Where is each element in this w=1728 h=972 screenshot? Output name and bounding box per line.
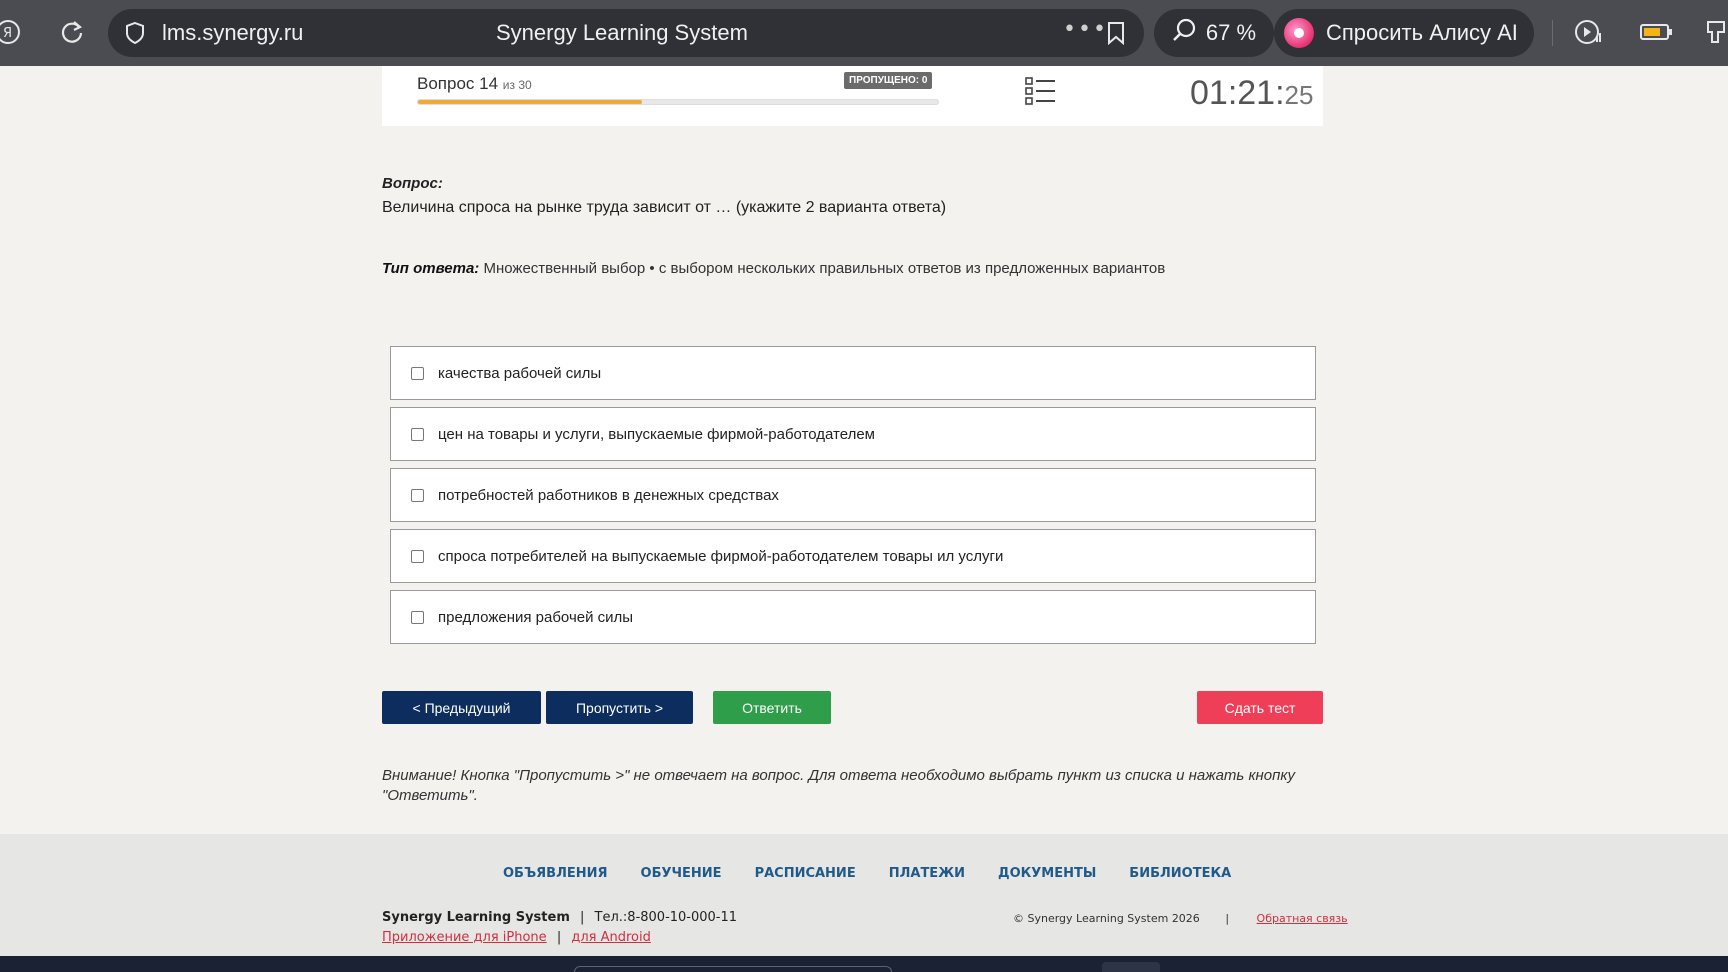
footer-nav-payments[interactable]: ПЛАТЕЖИ — [889, 866, 965, 881]
footer-separator: | — [556, 930, 562, 945]
answer-button[interactable]: Ответить — [713, 691, 831, 724]
site-footer: ОБЪЯВЛЕНИЯ ОБУЧЕНИЕ РАСПИСАНИЕ ПЛАТЕЖИ Д… — [0, 834, 1728, 956]
quiz-progress-fill — [418, 100, 642, 104]
android-app-link[interactable]: для Android — [571, 930, 651, 945]
footer-app-links: Приложение для iPhone | для Android — [382, 930, 651, 945]
copyright-text: © Synergy Learning System 2026 — [1013, 912, 1200, 925]
skipped-badge: ПРОПУЩЕНО: 0 — [844, 72, 933, 89]
footer-nav-learning[interactable]: ОБУЧЕНИЕ — [641, 866, 722, 881]
reload-icon[interactable] — [58, 18, 86, 46]
question-counter: Вопрос 14 из 30 — [417, 74, 532, 94]
skip-button[interactable]: Пропустить > — [546, 691, 693, 724]
ask-alice-button[interactable]: Спросить Алису AI — [1274, 9, 1534, 57]
url-text[interactable]: lms.synergy.ru — [162, 20, 303, 46]
question-number: Вопрос 14 — [417, 74, 499, 93]
footer-nav-library[interactable]: БИБЛИОТЕКА — [1129, 866, 1231, 881]
answer-type-value: Множественный выбор • с выбором нескольк… — [483, 260, 1166, 277]
footer-nav-announcements[interactable]: ОБЪЯВЛЕНИЯ — [503, 866, 608, 881]
quiz-header: Вопрос 14 из 30 ПРОПУЩЕНО: 0 01:21:25 — [382, 66, 1323, 126]
option-label: потребностей работников в денежных средс… — [438, 486, 779, 504]
taskbar — [0, 956, 1728, 972]
battery-icon — [1640, 23, 1674, 41]
footer-separator: | — [580, 910, 585, 925]
quiz-timer: 01:21:25 — [1190, 74, 1313, 113]
option-label: качества рабочей силы — [438, 364, 602, 382]
shield-icon[interactable] — [124, 21, 146, 45]
feedback-link[interactable]: Обратная связь — [1257, 912, 1348, 925]
previous-button[interactable]: < Предыдущий — [382, 691, 541, 724]
skip-warning: Внимание! Кнопка "Пропустить >" не отвеч… — [382, 767, 1295, 804]
answer-options: качества рабочей силы цен на товары и ус… — [390, 346, 1316, 651]
timer-main: 01:21: — [1190, 74, 1285, 112]
footer-info: Synergy Learning System | Тел.:8-800-10-… — [382, 910, 737, 925]
question-heading: Вопрос: — [382, 175, 443, 192]
footer-nav-schedule[interactable]: РАСПИСАНИЕ — [755, 866, 856, 881]
answer-option[interactable]: спроса потребителей на выпускаемые фирмо… — [390, 529, 1316, 583]
option-checkbox[interactable] — [411, 549, 424, 563]
footer-nav-documents[interactable]: ДОКУМЕНТЫ — [998, 866, 1096, 881]
option-label: предложения рабочей силы — [438, 608, 634, 626]
quiz-progress-bar — [417, 99, 939, 105]
option-checkbox[interactable] — [411, 488, 424, 502]
svg-text:Я: Я — [3, 26, 12, 41]
address-bar[interactable]: lms.synergy.ru Synergy Learning System •… — [108, 9, 1144, 57]
zoom-control[interactable]: 67 % — [1154, 9, 1274, 57]
zoom-search-icon — [1172, 17, 1198, 49]
answer-option[interactable]: предложения рабочей силы — [390, 590, 1316, 644]
answer-option[interactable]: качества рабочей силы — [390, 346, 1316, 400]
browser-toolbar: Я lms.synergy.ru Synergy Learning System… — [0, 0, 1728, 66]
toolbar-divider — [1552, 20, 1553, 46]
yandex-logo-icon[interactable]: Я — [0, 18, 22, 46]
question-total: из 30 — [502, 78, 532, 92]
taskbar-search[interactable] — [574, 966, 892, 972]
footer-phone: Тел.:8-800-10-000-11 — [594, 910, 738, 925]
question-text: Величина спроса на рынке труда зависит о… — [382, 199, 947, 216]
timer-seconds: 25 — [1284, 80, 1314, 110]
answer-option[interactable]: потребностей работников в денежных средс… — [390, 468, 1316, 522]
zoom-level: 67 % — [1205, 20, 1257, 45]
answer-type-label: Тип ответа: — [382, 260, 480, 277]
option-checkbox[interactable] — [411, 427, 424, 441]
footer-brand: Synergy Learning System — [382, 910, 570, 925]
alice-label: Спросить Алису AI — [1326, 20, 1518, 45]
extensions-icon[interactable] — [1704, 18, 1728, 46]
option-checkbox[interactable] — [411, 610, 424, 624]
media-play-icon[interactable] — [1574, 18, 1604, 46]
answer-type: Тип ответа: Множественный выбор • с выбо… — [382, 260, 1165, 277]
question-list-icon[interactable] — [1025, 76, 1057, 110]
option-label: цен на товары и услуги, выпускаемые фирм… — [438, 425, 875, 443]
bookmark-icon[interactable] — [1106, 21, 1126, 45]
iphone-app-link[interactable]: Приложение для iPhone — [382, 930, 547, 945]
option-label: спроса потребителей на выпускаемые фирмо… — [438, 547, 1004, 565]
footer-separator: | — [1225, 912, 1230, 925]
submit-test-button[interactable]: Сдать тест — [1197, 691, 1323, 724]
option-checkbox[interactable] — [411, 366, 424, 380]
more-icon[interactable]: ••• — [1063, 17, 1108, 42]
answer-option[interactable]: цен на товары и услуги, выпускаемые фирм… — [390, 407, 1316, 461]
footer-nav: ОБЪЯВЛЕНИЯ ОБУЧЕНИЕ РАСПИСАНИЕ ПЛАТЕЖИ Д… — [503, 866, 1231, 881]
taskbar-app[interactable] — [1102, 962, 1160, 972]
page-title-text: Synergy Learning System — [496, 20, 748, 45]
footer-copyright: © Synergy Learning System 2026 | Обратна… — [1013, 912, 1348, 925]
alice-orb-icon — [1284, 18, 1314, 48]
